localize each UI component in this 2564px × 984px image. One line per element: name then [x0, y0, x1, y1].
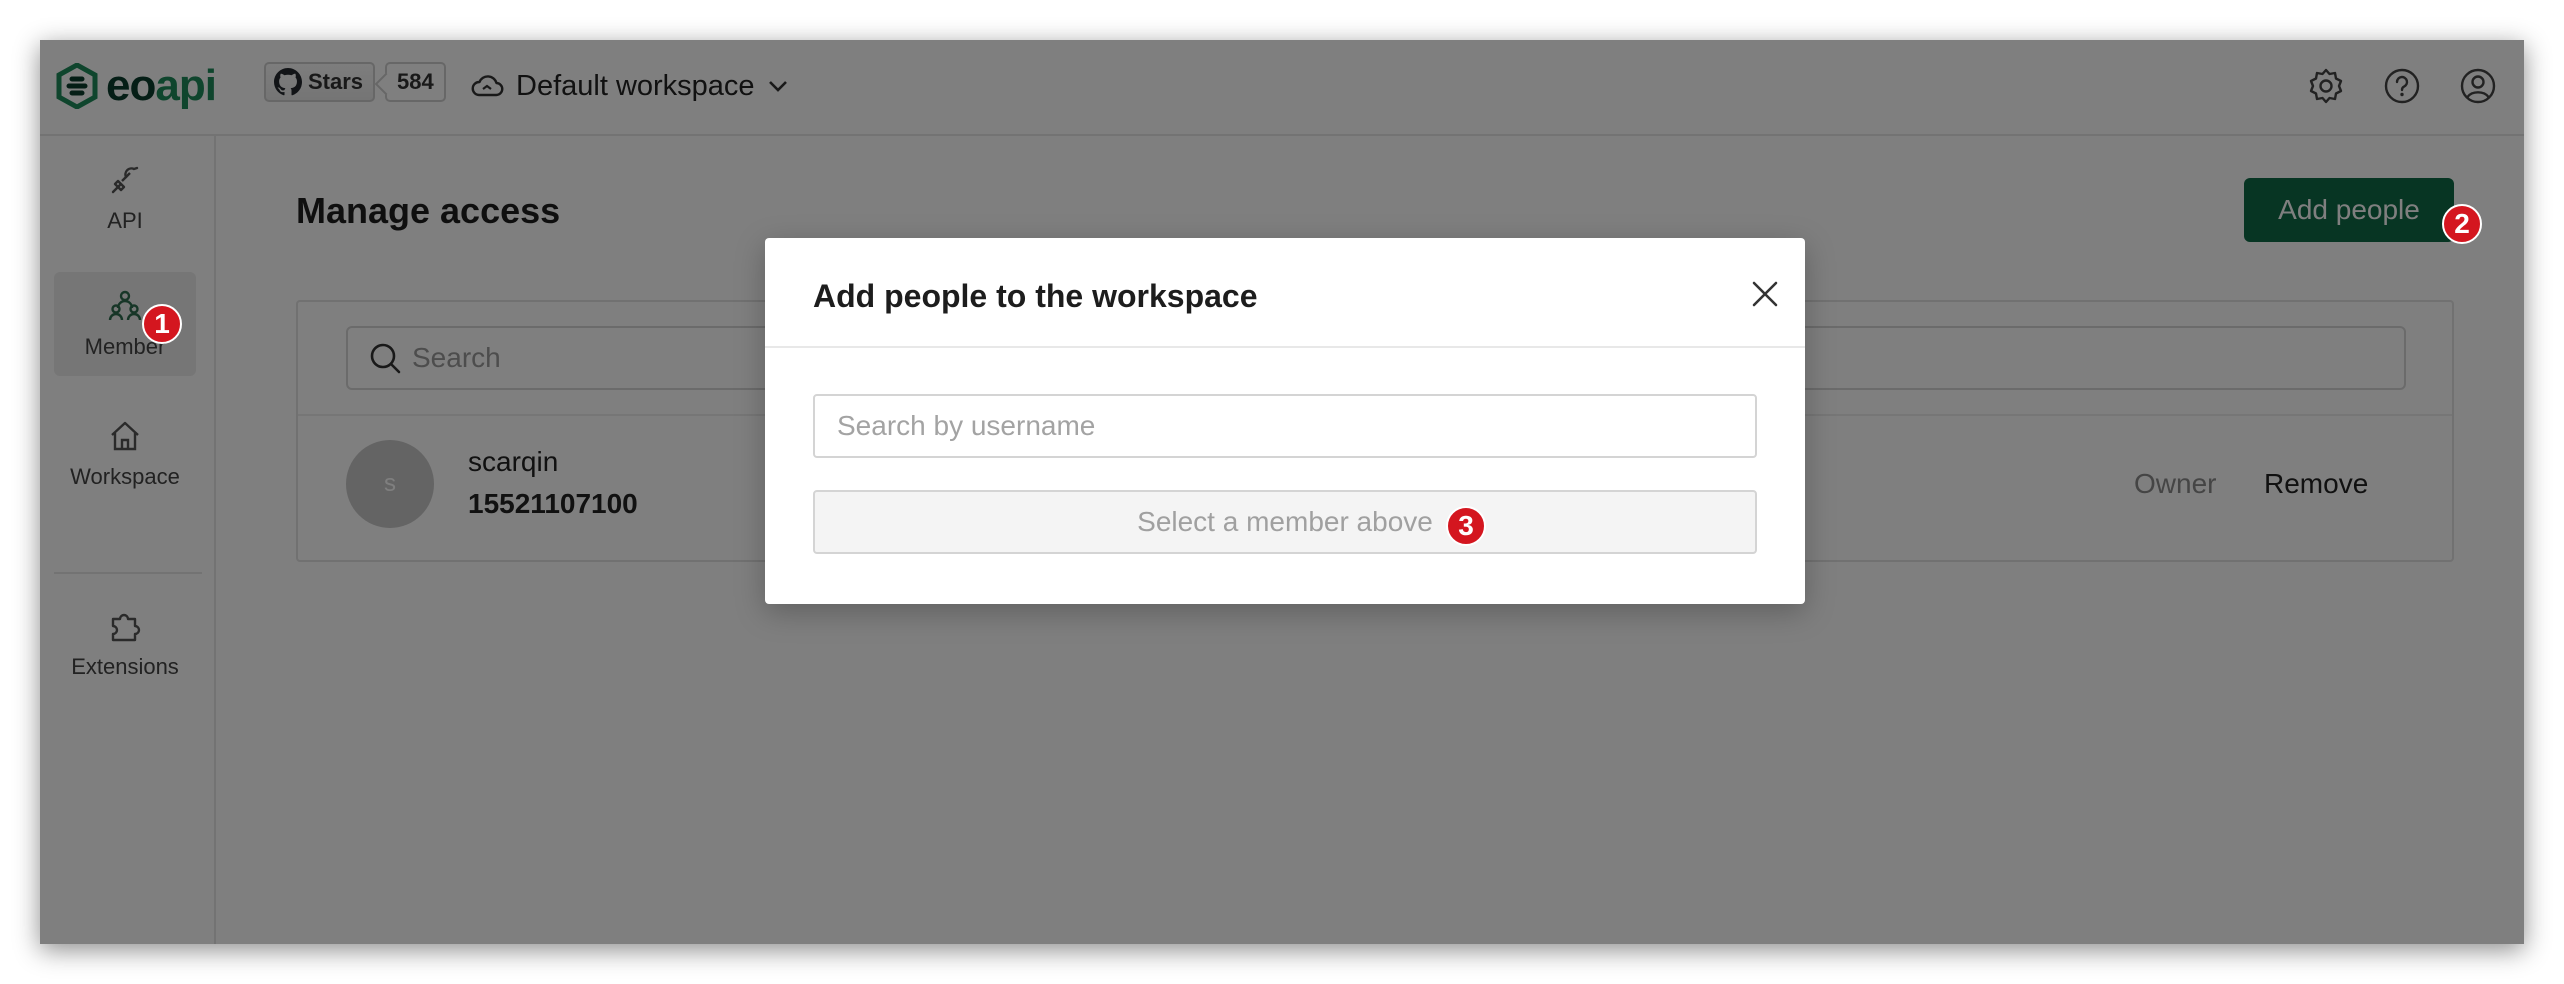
step-marker-2: 2 [2442, 204, 2482, 244]
step-marker-3: 3 [1446, 506, 1486, 546]
close-icon[interactable] [1749, 278, 1781, 310]
modal-title: Add people to the workspace [813, 278, 1258, 314]
modal-divider [765, 346, 1805, 348]
app-window: eoapi Stars 584 Default workspace [40, 40, 2524, 944]
username-search-input[interactable] [813, 394, 1757, 458]
add-people-modal: Add people to the workspace Select a mem… [765, 238, 1805, 604]
step-marker-1: 1 [142, 304, 182, 344]
select-member-button[interactable]: Select a member above [813, 490, 1757, 554]
